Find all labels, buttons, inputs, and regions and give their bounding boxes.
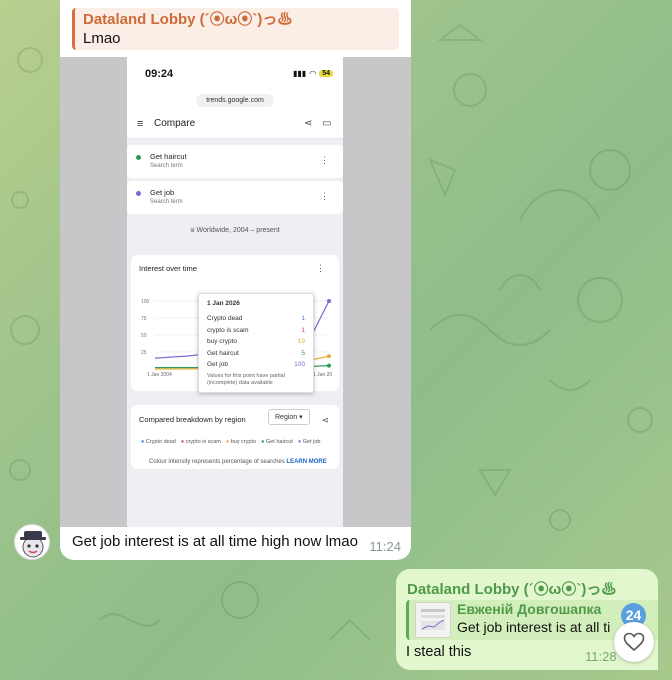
region-dropdown-label: Region	[275, 414, 298, 421]
tooltip-row: Crypto dead 1	[207, 313, 305, 325]
learn-more-link: LEARN MORE	[286, 459, 327, 465]
quote-author: Евженій Довгошапка	[457, 601, 602, 617]
status-time: 09:24	[145, 68, 174, 80]
more-icon: ⋮	[320, 191, 329, 201]
y-tick-label: 50	[141, 333, 147, 339]
url-text: trends.google.com	[196, 94, 274, 107]
phone-screenshot: 09:24 ▮▮▮ ◠ 54 trends.google.com ≡ Compa…	[127, 57, 343, 527]
message-time: 11:24	[369, 539, 401, 554]
legend-item: ● crypto is scam	[181, 439, 221, 445]
legend-label: crypto is scam	[185, 439, 221, 445]
y-tick-label: 25	[141, 350, 147, 356]
region-dropdown: Region ▾	[268, 409, 310, 425]
interest-chart-card: Interest over time ⋮ 100 75 50 25 1 Jan 200…	[131, 255, 339, 393]
region-text: Worldwide, 2004 – present	[196, 227, 280, 234]
breakdown-legend: ● Crypto dead ● crypto is scam ● buy crypt…	[141, 437, 321, 447]
tooltip-row: crypto is scam 1	[207, 325, 305, 337]
menu-icon: ≡	[137, 118, 144, 130]
tooltip-label: Crypto dead	[207, 315, 243, 322]
legend-item: ● Crypto dead	[141, 439, 176, 445]
tooltip-value: 5	[301, 349, 305, 357]
breakdown-note: Colour intensity represents percentage o…	[149, 459, 327, 465]
chart-tooltip: 1 Jan 2026 Crypto dead 1 crypto is scam 1 bu…	[198, 293, 314, 393]
tooltip-value: 1	[301, 315, 305, 322]
breakdown-title: Compared breakdown by region	[139, 415, 246, 424]
tooltip-row: Get job 100	[207, 359, 305, 371]
series-end-point	[327, 354, 331, 359]
feedback-icon: ▭	[322, 118, 332, 129]
sender-avatar[interactable]	[14, 524, 50, 560]
y-tick-label: 75	[141, 316, 147, 322]
tooltip-label: Get haircut	[207, 349, 239, 357]
series-end-point	[327, 363, 331, 368]
search-term-card: Get haircut Search term ⋮	[127, 145, 343, 178]
battery-icon: 54	[319, 70, 333, 77]
region-filter: ⩸ Worldwide, 2004 – present	[127, 217, 343, 247]
term-name: Get haircut	[150, 152, 187, 161]
app-title: Compare	[154, 118, 196, 129]
legend-label: Crypto dead	[145, 439, 176, 445]
sender-name: Dataland Lobby (´⦿ω⦿`)っ♨	[407, 581, 617, 598]
term-dot	[136, 155, 141, 160]
signal-icon: ▮▮▮	[293, 69, 307, 78]
breakdown-card: Compared breakdown by region Region ▾ ⋖ …	[131, 405, 339, 469]
heart-icon	[623, 632, 645, 652]
wifi-icon: ◠	[309, 69, 317, 78]
incoming-message[interactable]: Dataland Lobby (´⦿ω⦿`)っ♨ Lmao 09:24 ▮▮▮ …	[60, 0, 411, 560]
tooltip-row: buy crypto 19	[207, 336, 305, 348]
tooltip-label: Get job	[207, 361, 228, 368]
browser-url-bar: trends.google.com	[127, 89, 343, 109]
share-icon: ⋖	[304, 118, 313, 129]
tooltip-date: 1 Jan 2026	[207, 300, 240, 307]
more-icon: ⋮	[320, 155, 329, 165]
reply-sender-name: Dataland Lobby (´⦿ω⦿`)っ♨	[83, 11, 293, 28]
status-icons: ▮▮▮ ◠ 54	[293, 69, 333, 78]
tooltip-value: 100	[294, 361, 305, 368]
legend-item: ● Get job	[298, 439, 321, 445]
reply-text: Lmao	[83, 30, 121, 47]
reply-quote[interactable]: Dataland Lobby (´⦿ω⦿`)っ♨ Lmao	[72, 8, 399, 50]
term-dot	[136, 191, 141, 196]
phone-status-bar: 09:24 ▮▮▮ ◠ 54	[127, 57, 343, 89]
term-sub: Search term	[150, 199, 183, 205]
tooltip-value: 1	[301, 326, 305, 334]
y-tick-label: 100	[141, 299, 150, 305]
quote-thumbnail	[415, 602, 451, 638]
tooltip-value: 19	[297, 338, 305, 345]
breakdown-note-text: Colour intensity represents percentage o…	[149, 459, 285, 465]
legend-item: ● buy crypto	[226, 439, 256, 445]
reaction-button[interactable]	[614, 622, 654, 662]
legend-label: buy crypto	[230, 439, 257, 445]
x-start-label: 1 Jan 2004	[147, 372, 172, 378]
legend-item: ● Get haircut	[261, 439, 293, 445]
series-end-point	[327, 299, 331, 303]
trends-header: ≡ Compare ⋖ ▭	[127, 109, 343, 139]
legend-label: Get job	[302, 439, 321, 445]
attached-screenshot[interactable]: 09:24 ▮▮▮ ◠ 54 trends.google.com ≡ Compa…	[60, 57, 411, 527]
tooltip-label: crypto is scam	[207, 326, 249, 334]
term-name: Get job	[150, 188, 175, 197]
image-thumbnail-icon	[421, 609, 445, 630]
term-sub: Search term	[150, 163, 183, 169]
dropdown-arrow-icon: ▾	[299, 414, 303, 421]
tooltip-note: Values for this point have partial (inco…	[207, 372, 285, 386]
legend-label: Get haircut	[265, 439, 293, 445]
share-icon: ⋖	[321, 415, 329, 425]
quote-text: Get job interest is at all ti	[457, 619, 611, 635]
message-text: I steal this	[406, 644, 472, 660]
message-caption: Get job interest is at all time high now…	[72, 533, 358, 550]
search-term-card: Get job Search term ⋮	[127, 181, 343, 214]
tooltip-label: buy crypto	[207, 338, 237, 345]
tooltip-row: Get haircut 5	[207, 348, 305, 360]
message-time: 11:28	[585, 649, 617, 664]
x-end-label: 1 Jan 20	[313, 372, 332, 378]
